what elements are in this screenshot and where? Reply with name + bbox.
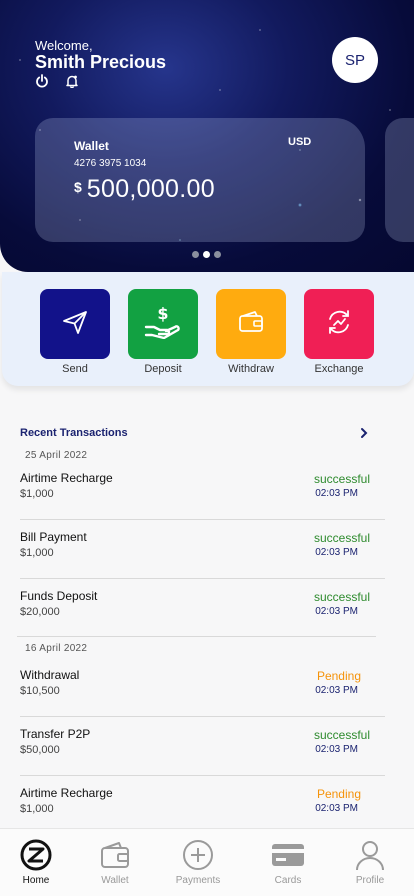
deposit-tile[interactable]: $ (128, 289, 198, 359)
tab-wallet[interactable]: Wallet (85, 839, 145, 886)
bell-icon[interactable] (65, 74, 79, 88)
tab-payments[interactable]: Payments (168, 839, 228, 886)
transaction-time: 02:03 PM (315, 685, 358, 696)
wallet-card-number: 4276 3975 1034 (74, 158, 147, 169)
transaction-name: Transfer P2P (20, 727, 91, 741)
tab-payments-label: Payments (175, 875, 221, 886)
balance-value: 500,000.00 (86, 175, 215, 203)
deposit-icon: $ (144, 304, 182, 344)
withdraw-tile[interactable] (216, 289, 286, 359)
deposit-label: Deposit (144, 363, 182, 375)
divider (20, 775, 385, 776)
transaction-row[interactable]: Airtime Recharge $1,000 successful 02:03… (20, 471, 372, 511)
transaction-status: successful (313, 531, 370, 545)
exchange-label: Exchange (314, 363, 364, 375)
card-icon (258, 839, 318, 871)
svg-text:$: $ (157, 305, 168, 323)
send-icon (61, 308, 89, 341)
recent-transactions-title: Recent Transactions (20, 427, 128, 439)
avatar[interactable]: SP (332, 37, 378, 83)
transaction-amount: $50,000 (20, 744, 60, 756)
transaction-row[interactable]: Airtime Recharge $1,000 Pending 02:03 PM (20, 786, 372, 826)
wallet-card-currency: USD (288, 136, 312, 148)
date-header: 16 April 2022 (25, 643, 88, 654)
transaction-name: Airtime Recharge (20, 786, 113, 800)
transaction-time: 02:03 PM (315, 606, 358, 617)
transaction-amount: $1,000 (20, 803, 54, 815)
transaction-name: Funds Deposit (20, 589, 98, 603)
transaction-row[interactable]: Funds Deposit $20,000 successful 02:03 P… (20, 589, 372, 629)
header-actions (35, 74, 79, 88)
tab-home-label: Home (22, 875, 50, 886)
carousel-dot[interactable] (192, 251, 199, 258)
transaction-status: successful (313, 472, 370, 486)
tab-profile-label: Profile (355, 875, 385, 886)
wallet-card[interactable]: Wallet 4276 3975 1034 USD $ 500,000.00 (35, 118, 365, 242)
home-logo-icon (6, 839, 66, 871)
exchange-action[interactable]: Exchange (304, 289, 374, 375)
transaction-time: 02:03 PM (315, 803, 358, 814)
divider (17, 636, 376, 637)
send-label: Send (62, 363, 88, 375)
send-action[interactable]: Send (40, 289, 110, 375)
tab-wallet-label: Wallet (101, 875, 129, 886)
currency-symbol: $ (74, 179, 82, 195)
transaction-name: Airtime Recharge (20, 471, 113, 485)
wallet-icon (237, 309, 265, 340)
transaction-time: 02:03 PM (315, 488, 358, 499)
tab-profile[interactable]: Profile (340, 839, 400, 886)
transaction-status: Pending (316, 669, 361, 683)
wallet-icon (85, 839, 145, 871)
chevron-right-icon[interactable] (359, 426, 369, 444)
transaction-amount: $10,500 (20, 685, 60, 697)
user-name: Smith Precious (35, 52, 167, 72)
send-tile[interactable] (40, 289, 110, 359)
transaction-row[interactable]: Withdrawal $10,500 Pending 02:03 PM (20, 668, 372, 708)
bottom-tab-bar: Home Wallet Payments Cards Profile (0, 828, 414, 896)
transaction-row[interactable]: Bill Payment $1,000 successful 02:03 PM (20, 530, 372, 570)
transaction-time: 02:03 PM (315, 744, 358, 755)
withdraw-label: Withdraw (228, 363, 274, 375)
power-icon[interactable] (35, 74, 49, 88)
next-card-peek[interactable] (385, 118, 414, 242)
transaction-time: 02:03 PM (315, 547, 358, 558)
deposit-action[interactable]: $ Deposit (128, 289, 198, 375)
divider (20, 716, 385, 717)
transaction-amount: $1,000 (20, 547, 54, 559)
withdraw-action[interactable]: Withdraw (216, 289, 286, 375)
transaction-amount: $20,000 (20, 606, 60, 618)
hero-banner: Welcome, Smith Precious SP Wallet 4276 3… (0, 0, 414, 272)
transaction-amount: $1,000 (20, 488, 54, 500)
carousel-indicator (192, 251, 221, 258)
tab-cards-label: Cards (274, 875, 302, 886)
carousel-dot[interactable] (214, 251, 221, 258)
divider (20, 578, 385, 579)
transaction-name: Withdrawal (20, 668, 80, 682)
plus-circle-icon (168, 839, 228, 871)
transaction-name: Bill Payment (20, 530, 87, 544)
tab-cards[interactable]: Cards (258, 839, 318, 886)
greeting-text: Welcome, (35, 38, 93, 53)
exchange-tile[interactable] (304, 289, 374, 359)
tab-home[interactable]: Home (6, 839, 66, 886)
user-icon (340, 839, 400, 871)
wallet-card-title: Wallet (74, 139, 109, 153)
wallet-balance: $ 500,000.00 (74, 175, 215, 204)
transaction-row[interactable]: Transfer P2P $50,000 successful 02:03 PM (20, 727, 372, 767)
transaction-status: Pending (316, 787, 361, 801)
date-header: 25 April 2022 (25, 450, 88, 461)
carousel-dot-active[interactable] (203, 251, 210, 258)
transaction-status: successful (313, 728, 370, 742)
transaction-status: successful (313, 590, 370, 604)
divider (20, 519, 385, 520)
exchange-icon (325, 308, 353, 341)
quick-actions-panel: Send $ Deposit Withdraw Exchange (2, 272, 414, 386)
